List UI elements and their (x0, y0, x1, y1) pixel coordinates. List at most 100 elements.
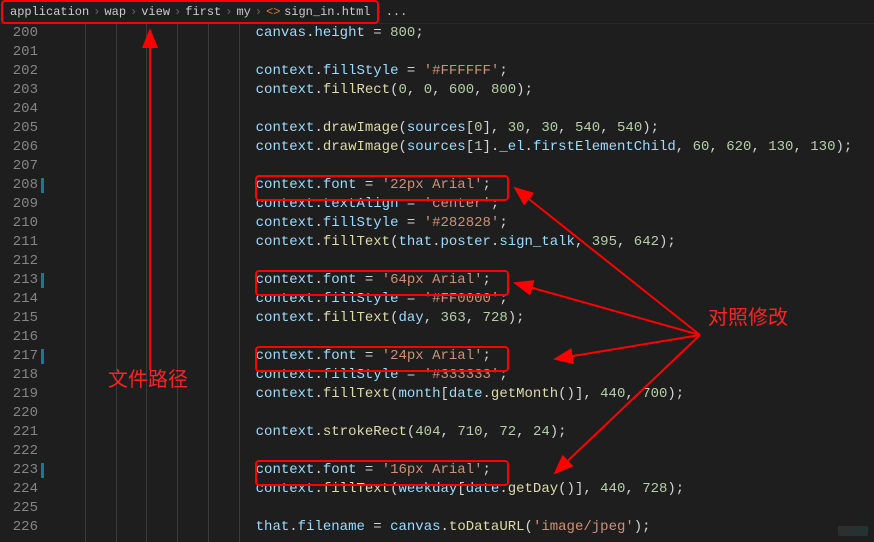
breadcrumb-segment[interactable]: ... (386, 5, 408, 19)
token-func: getDay (508, 481, 558, 497)
code-line[interactable] (54, 252, 874, 271)
token-punc: . (314, 424, 322, 440)
code-editor[interactable]: 2002012022032042052062072082092102112122… (0, 24, 874, 542)
code-line[interactable]: context.fillText(that.poster.sign_talk, … (54, 233, 874, 252)
token-punc: ; (483, 462, 491, 478)
token-num: 130 (768, 139, 793, 155)
token-punc: . (314, 481, 322, 497)
line-number: 205 (0, 119, 38, 138)
code-line[interactable] (54, 157, 874, 176)
breadcrumb-segment[interactable]: <>sign_in.html (266, 5, 370, 19)
token-punc: , (432, 82, 449, 98)
code-line[interactable]: context.fillStyle = '#282828'; (54, 214, 874, 233)
breadcrumb-segment[interactable]: view (141, 5, 170, 19)
token-num: 540 (575, 120, 600, 136)
token-punc: ; (483, 348, 491, 364)
token-punc: . (314, 462, 322, 478)
token-punc: . (314, 215, 322, 231)
code-line[interactable] (54, 499, 874, 518)
code-line[interactable]: context.fillStyle = '#FF0000'; (54, 290, 874, 309)
token-func: fillText (323, 310, 390, 326)
code-line[interactable]: context.fillText(day, 363, 728); (54, 309, 874, 328)
code-line[interactable] (54, 442, 874, 461)
line-number: 203 (0, 81, 38, 100)
token-num: 800 (491, 82, 516, 98)
code-line[interactable]: context.fillStyle = '#333333'; (54, 366, 874, 385)
code-line[interactable]: context.fillRect(0, 0, 600, 800); (54, 81, 874, 100)
line-number: 209 (0, 195, 38, 214)
token-num: 540 (617, 120, 642, 136)
code-line[interactable] (54, 404, 874, 423)
code-line[interactable]: that.filename = canvas.toDataURL('image/… (54, 518, 874, 537)
token-punc: [ (466, 139, 474, 155)
token-punc: ); (642, 120, 659, 136)
breadcrumb-label: my (236, 5, 250, 19)
breadcrumb-segment[interactable]: my (236, 5, 250, 19)
code-line[interactable] (54, 328, 874, 347)
breadcrumb-segment[interactable]: first (185, 5, 221, 19)
token-punc: , (751, 139, 768, 155)
code-line[interactable]: context.fillText(weekday[date.getDay()],… (54, 480, 874, 499)
code-line[interactable]: context.fillText(month[date.getMonth()],… (54, 385, 874, 404)
code-line[interactable]: context.font = '22px Arial'; (54, 176, 874, 195)
token-punc: . (314, 386, 322, 402)
token-punc: , (600, 120, 617, 136)
token-punc: . (314, 82, 322, 98)
code-line[interactable]: context.fillStyle = '#FFFFFF'; (54, 62, 874, 81)
code-line[interactable]: context.textAlign = 'center'; (54, 195, 874, 214)
token-punc: , (793, 139, 810, 155)
token-prop: poster (441, 234, 491, 250)
token-var: context (256, 82, 315, 98)
code-line[interactable]: context.font = '64px Arial'; (54, 271, 874, 290)
token-num: 0 (474, 120, 482, 136)
chevron-right-icon: › (375, 5, 382, 19)
breadcrumb-segment[interactable]: wap (104, 5, 126, 19)
code-line[interactable] (54, 100, 874, 119)
code-line[interactable]: context.strokeRect(404, 710, 72, 24); (54, 423, 874, 442)
code-line[interactable]: context.drawImage(sources[1]._el.firstEl… (54, 138, 874, 157)
token-punc: . (441, 519, 449, 535)
token-punc: . (314, 120, 322, 136)
token-var: context (256, 291, 315, 307)
token-punc: , (483, 424, 500, 440)
token-var: context (256, 462, 315, 478)
token-punc: ; (491, 196, 499, 212)
token-num: 404 (415, 424, 440, 440)
token-punc: ()], (558, 481, 600, 497)
token-punc: ; (415, 25, 423, 41)
line-number: 221 (0, 423, 38, 442)
breadcrumb[interactable]: application›wap›view›first›my›<>sign_in.… (0, 0, 874, 24)
token-punc: ; (499, 215, 507, 231)
line-number-gutter: 2002012022032042052062072082092102112122… (0, 24, 48, 542)
code-line[interactable] (54, 43, 874, 62)
breadcrumb-segment[interactable]: application (10, 5, 89, 19)
token-var: context (256, 367, 315, 383)
token-str: '16px Arial' (382, 462, 483, 478)
code-line[interactable]: context.font = '16px Arial'; (54, 461, 874, 480)
token-punc: . (314, 310, 322, 326)
token-var: context (256, 120, 315, 136)
token-punc: , (525, 120, 542, 136)
token-num: 728 (642, 481, 667, 497)
token-punc: ; (499, 367, 507, 383)
line-number: 225 (0, 499, 38, 518)
token-prop: font (323, 348, 357, 364)
line-number: 213 (0, 271, 38, 290)
token-punc: . (314, 177, 322, 193)
token-punc: ( (525, 519, 533, 535)
token-punc: ; (499, 63, 507, 79)
code-area[interactable]: canvas.height = 800; context.fillStyle =… (48, 24, 874, 537)
code-line[interactable]: context.font = '24px Arial'; (54, 347, 874, 366)
token-var: day (398, 310, 423, 326)
chevron-right-icon: › (174, 5, 181, 19)
token-punc: , (474, 82, 491, 98)
token-num: 30 (541, 120, 558, 136)
token-punc: ); (667, 481, 684, 497)
token-prop: filename (298, 519, 365, 535)
token-func: drawImage (323, 139, 399, 155)
token-num: 0 (398, 82, 406, 98)
code-line[interactable]: context.drawImage(sources[0], 30, 30, 54… (54, 119, 874, 138)
token-var: context (256, 63, 315, 79)
token-num: 440 (600, 386, 625, 402)
code-line[interactable]: canvas.height = 800; (54, 24, 874, 43)
